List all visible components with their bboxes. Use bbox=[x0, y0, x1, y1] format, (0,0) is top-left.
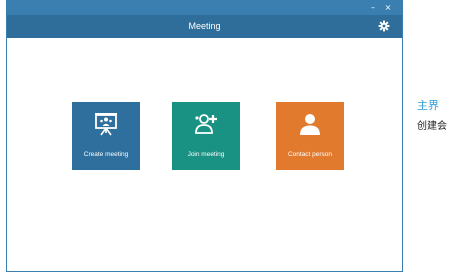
contact-person-label: Contact person bbox=[287, 151, 333, 158]
window-title-strip: – × bbox=[7, 1, 402, 15]
minimize-button[interactable]: – bbox=[368, 2, 378, 14]
presentation-board-icon bbox=[95, 113, 117, 136]
side-heading: 主界 bbox=[417, 99, 439, 112]
join-meeting-tile[interactable]: Join meeting bbox=[172, 102, 240, 170]
contact-person-tile[interactable]: Contact person bbox=[276, 102, 344, 170]
create-meeting-tile[interactable]: Create meeting bbox=[72, 102, 140, 170]
add-person-icon bbox=[195, 114, 217, 134]
header-bar: Meeting bbox=[7, 15, 402, 38]
gear-icon[interactable] bbox=[378, 20, 390, 32]
page: – × Meeting Create meeting Join meeting … bbox=[0, 0, 454, 279]
window-title: Meeting bbox=[188, 21, 221, 31]
meeting-window: – × Meeting Create meeting Join meeting … bbox=[6, 0, 403, 272]
join-meeting-label: Join meeting bbox=[187, 151, 225, 158]
close-button[interactable]: × bbox=[383, 2, 393, 14]
side-subtext: 创建会 bbox=[417, 121, 447, 132]
person-icon bbox=[300, 114, 320, 135]
create-meeting-label: Create meeting bbox=[83, 151, 129, 158]
